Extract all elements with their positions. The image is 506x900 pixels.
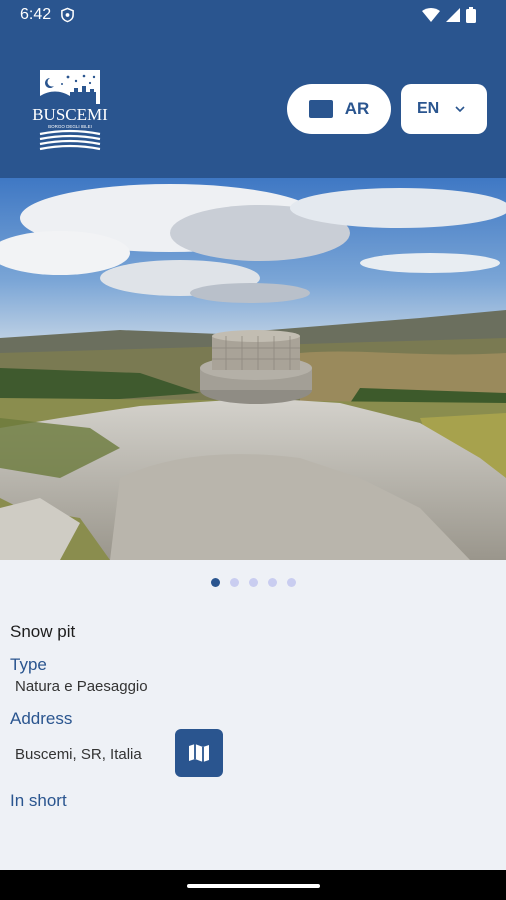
logo-text: BUSCEMI [32,105,108,124]
status-icons [422,7,476,23]
in-short-label: In short [10,791,67,810]
language-dropdown[interactable]: EN [401,84,487,134]
address-label: Address [10,709,73,728]
logo-subtitle: BORGO DEGLI IBLEI [48,124,92,129]
language-selected: EN [417,100,440,117]
carousel-dot[interactable] [210,578,220,587]
map-icon [189,744,209,762]
buscemi-logo: BUSCEMI BORGO DEGLI IBLEI [32,70,108,151]
system-nav-bar [0,870,506,900]
flag-icon [308,100,333,118]
place-title: Snow pit [10,622,76,641]
hero-image[interactable] [0,178,506,560]
app-header: BUSCEMI BORGO DEGLI IBLEI AR EN [0,30,506,178]
wifi-icon [422,8,440,22]
ar-button-label: AR [344,99,370,118]
open-map-button[interactable] [175,729,223,777]
carousel-indicator [0,578,506,587]
chevron-down-icon [455,106,465,112]
address-value: Buscemi, SR, Italia [15,746,142,763]
home-gesture-handle[interactable] [187,884,320,888]
ar-button[interactable]: AR [287,84,391,134]
status-time: 6:42 [20,6,52,23]
carousel-dot[interactable] [267,578,277,587]
carousel-dot[interactable] [229,578,239,587]
type-value: Natura e Paesaggio [15,678,148,695]
status-bar: 6:42 [0,0,506,30]
carousel-dot[interactable] [286,578,296,587]
type-label: Type [10,655,47,674]
battery-icon [466,7,476,23]
landscape-photo [0,178,506,560]
shield-icon [61,7,74,23]
carousel-dot[interactable] [248,578,258,587]
signal-icon [446,8,460,22]
